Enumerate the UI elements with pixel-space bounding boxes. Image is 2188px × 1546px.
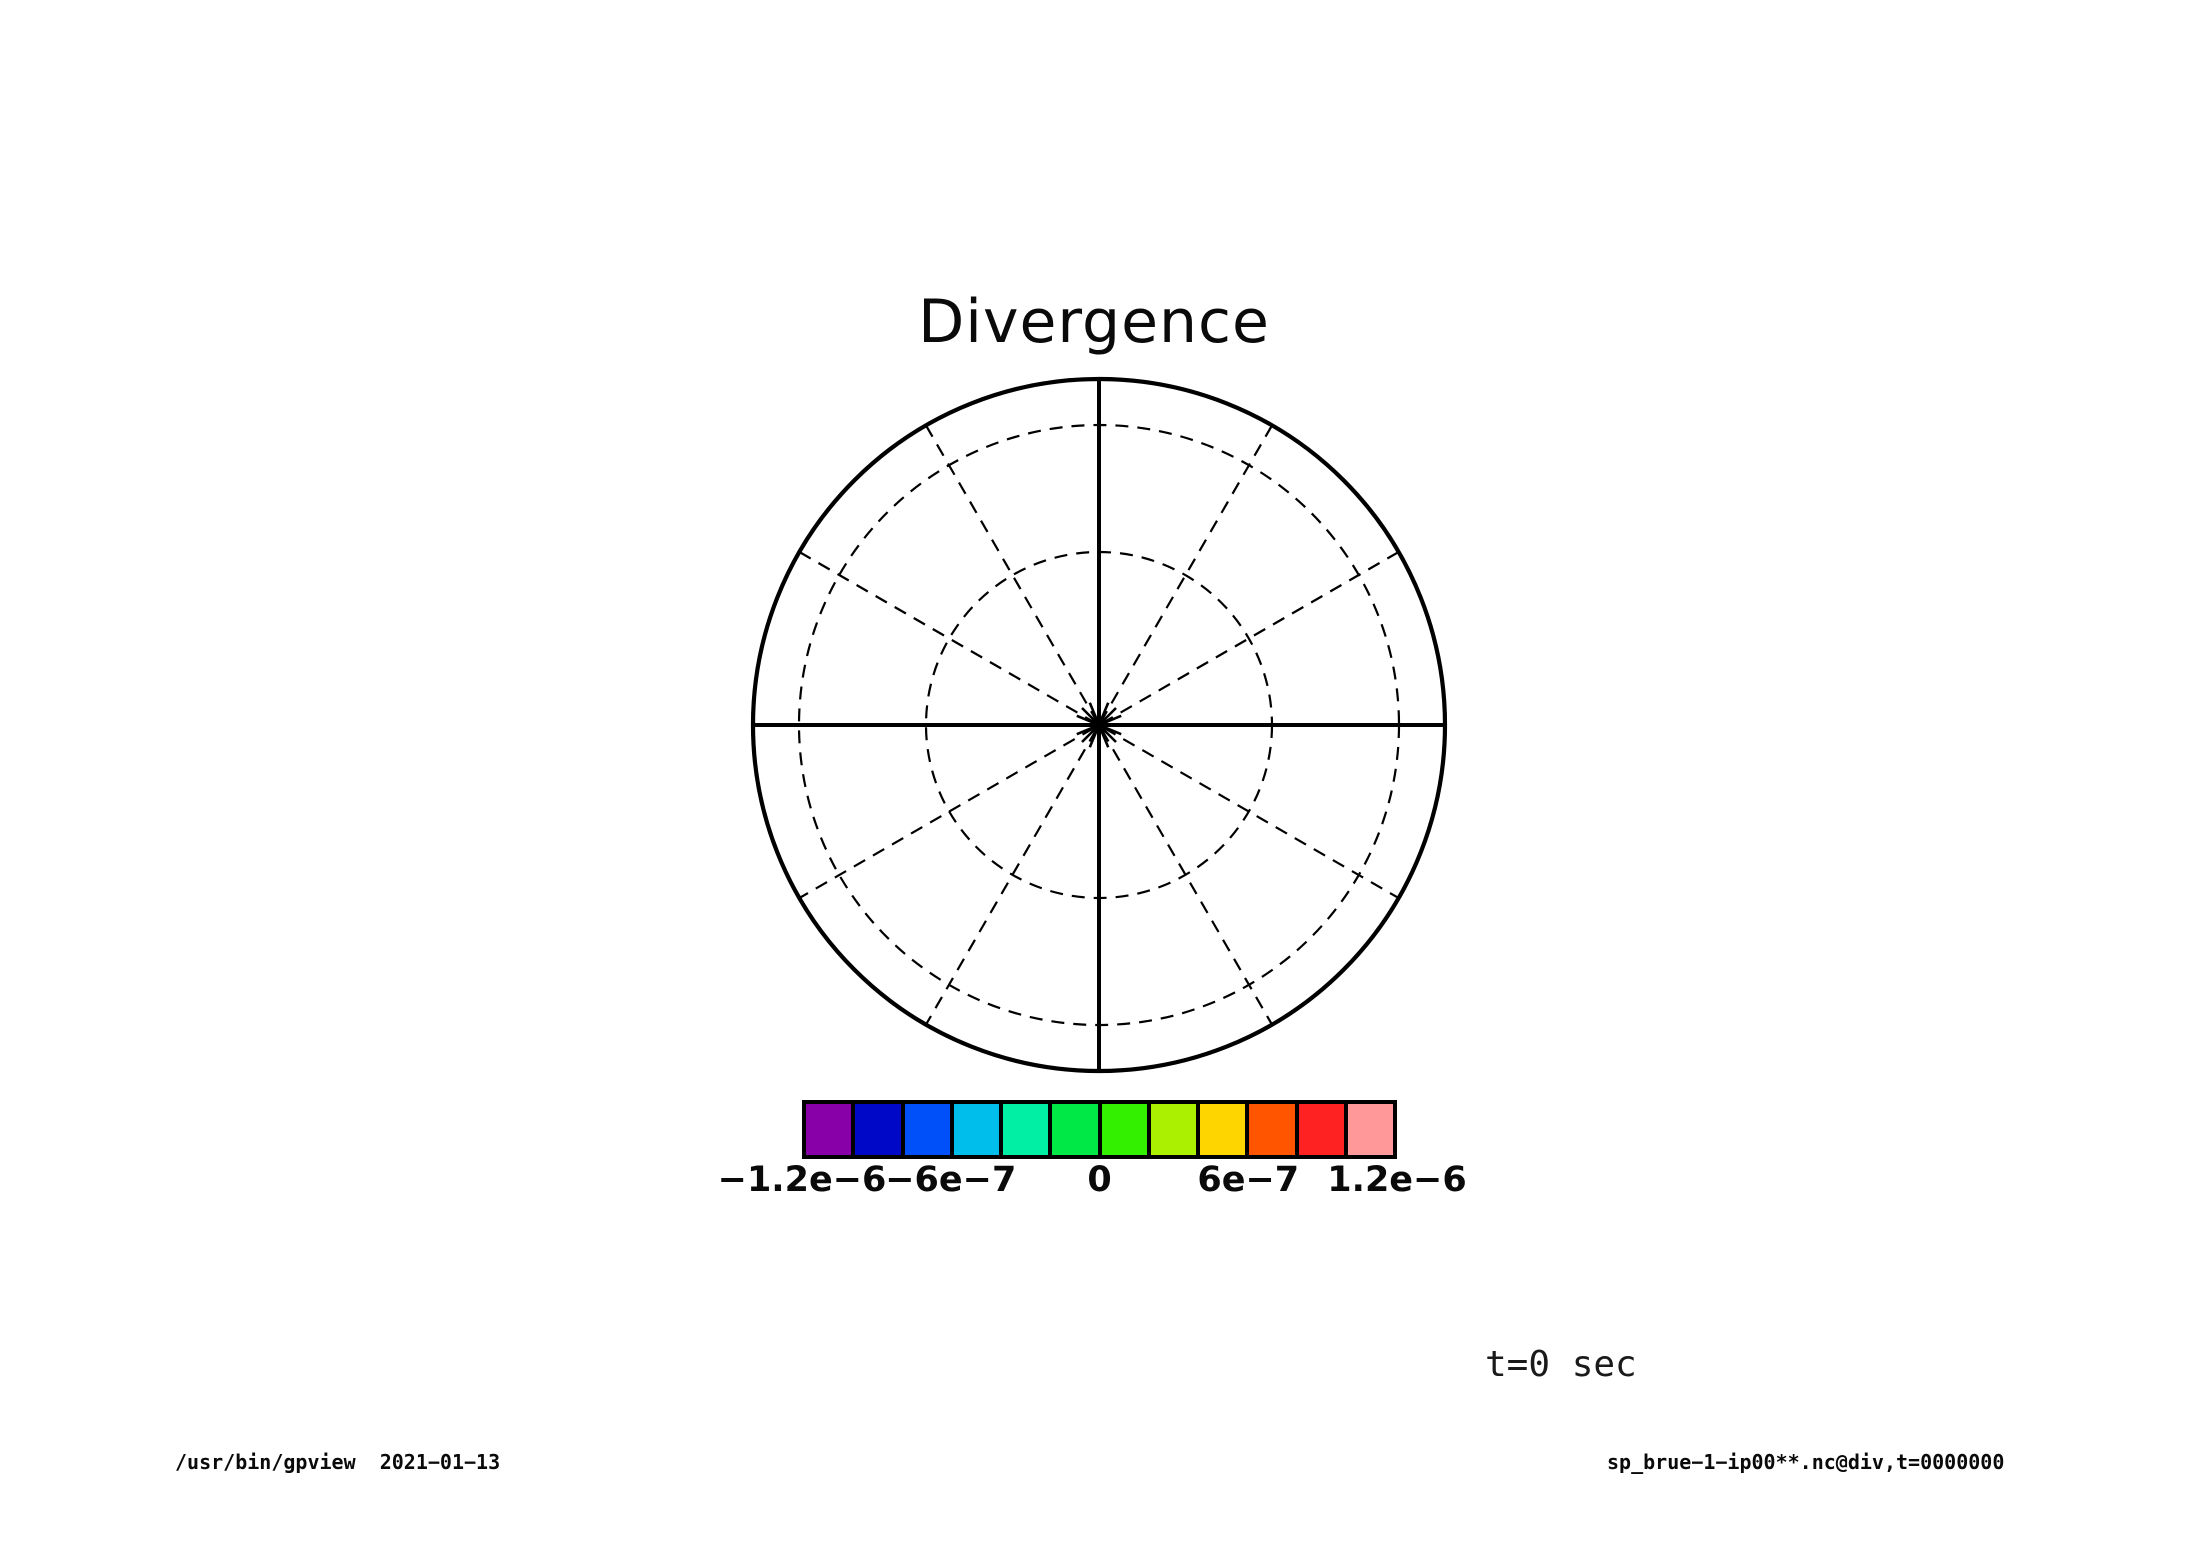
colorbar-cell (1147, 1104, 1196, 1155)
colorbar-cell (851, 1104, 900, 1155)
colorbar-tick-label: −6e−7 (885, 1160, 1016, 1200)
colorbar-cell (1344, 1104, 1393, 1155)
colorbar-cell (806, 1104, 851, 1155)
colorbar-cells (806, 1104, 1393, 1155)
colorbar-cell (1245, 1104, 1294, 1155)
colorbar-cell (999, 1104, 1048, 1155)
colorbar-tick-label: 6e−7 (1197, 1160, 1299, 1200)
colorbar-cell (1098, 1104, 1147, 1155)
colorbar-tick-label: 0 (1087, 1160, 1111, 1200)
colorbar-cell (901, 1104, 950, 1155)
footer-source-file: sp_brue−1−ip00**.nc@div,t=0000000 (1607, 1450, 2004, 1474)
colorbar-cell (1048, 1104, 1097, 1155)
time-annotation: t=0 sec (1485, 1344, 1637, 1385)
center-star-artifact (1075, 701, 1123, 749)
colorbar-tick-label: 1.2e−6 (1327, 1160, 1466, 1200)
colorbar-cell (1295, 1104, 1344, 1155)
colorbar-cell (950, 1104, 999, 1155)
figure-canvas: Divergence −1.2e−6−6e−706e−71 (0, 0, 2188, 1546)
colorbar-cell (1196, 1104, 1245, 1155)
footer-program-date: /usr/bin/gpview 2021−01−13 (175, 1450, 500, 1474)
plot-title: Divergence (0, 287, 2188, 357)
polar-plot (749, 375, 1449, 1075)
colorbar (802, 1100, 1397, 1159)
colorbar-tick-label: −1.2e−6 (718, 1160, 887, 1200)
colorbar-labels: −1.2e−6−6e−706e−71.2e−6 (802, 1160, 1397, 1202)
